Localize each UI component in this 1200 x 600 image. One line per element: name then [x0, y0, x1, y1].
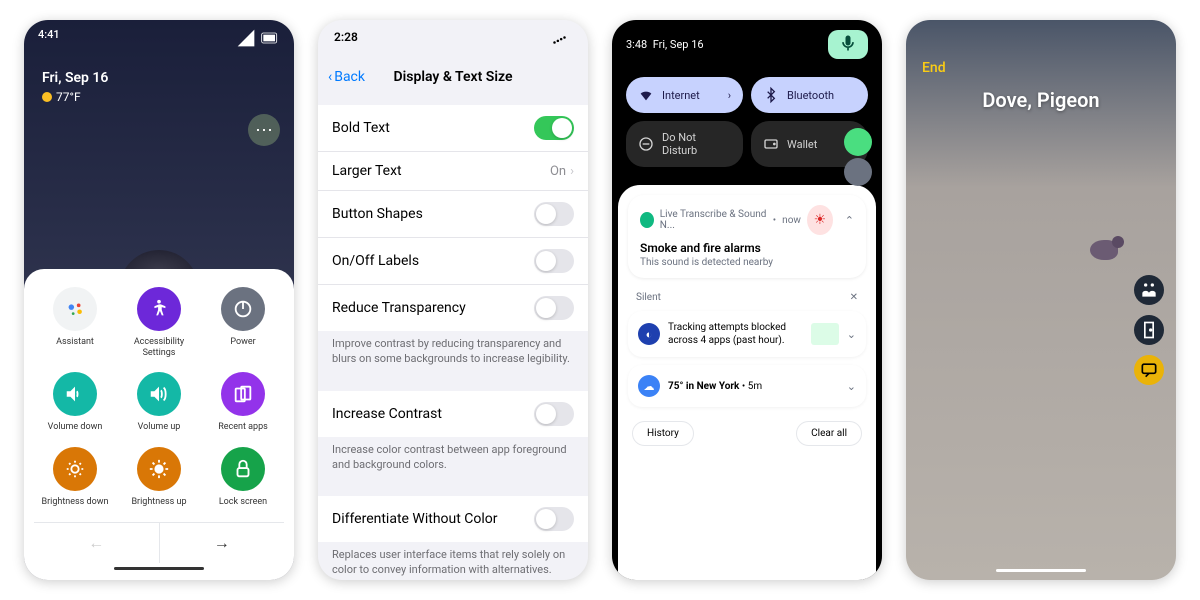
phone-preview-icon [811, 323, 839, 345]
expand-icon[interactable]: ⌄ [847, 380, 856, 393]
row-larger-text[interactable]: Larger Text On› [318, 152, 588, 191]
toggle-increase-contrast[interactable] [534, 402, 574, 426]
accessibility-fab[interactable] [844, 128, 872, 156]
notification-sound-alert[interactable]: Live Transcribe & Sound N... • now ☀ ⌃ S… [628, 195, 866, 278]
accessibility-menu-sheet: Assistant Accessibility Settings Power V… [24, 269, 294, 580]
collapse-icon[interactable]: ⌃ [845, 214, 854, 227]
app-icon [640, 212, 654, 228]
android-notification-shade: 3:48 Fri, Sep 16 Internet › Bluetooth Do… [612, 20, 882, 580]
qs-dnd[interactable]: Do Not Disturb [626, 121, 743, 167]
clear-all-button[interactable]: Clear all [796, 421, 862, 446]
toggle-onoff-labels[interactable] [534, 249, 574, 273]
close-icon[interactable]: ✕ [850, 292, 858, 303]
toggle-differentiate-color[interactable] [534, 507, 574, 531]
cloud-icon: ☁ [638, 375, 660, 397]
silent-header: Silent ✕ [628, 288, 866, 311]
ios-display-settings: 2:28 ‹ Back Display & Text Size Bold Tex… [318, 20, 588, 580]
expand-icon[interactable]: ⌄ [847, 328, 856, 341]
status-icons [552, 30, 572, 53]
status-time: 2:28 [334, 30, 358, 53]
row-increase-contrast[interactable]: Increase Contrast [318, 391, 588, 437]
bluetooth-icon [763, 87, 779, 103]
tile-recent-apps[interactable]: Recent apps [202, 372, 284, 433]
desc-reduce-transparency: Improve contrast by reducing transparenc… [318, 331, 588, 377]
qs-internet[interactable]: Internet › [626, 77, 743, 113]
chat-mode-button[interactable] [1134, 355, 1164, 385]
brightness-down-icon [53, 447, 97, 491]
detected-object [1090, 240, 1126, 268]
notification-tracking[interactable]: ◐ Tracking attempts blocked across 4 app… [628, 311, 866, 357]
assistant-icon [53, 287, 97, 331]
chevron-right-icon: › [570, 164, 574, 179]
tile-lock-screen[interactable]: Lock screen [202, 447, 284, 508]
history-button[interactable]: History [632, 421, 694, 446]
status-bar: 2:28 [318, 20, 588, 63]
next-page-button[interactable]: → [160, 523, 285, 563]
status-bar: 3:48 Fri, Sep 16 [612, 20, 882, 69]
status-icons [236, 28, 280, 48]
qs-bluetooth[interactable]: Bluetooth [751, 77, 868, 113]
tile-assistant[interactable]: Assistant [34, 287, 116, 359]
tile-volume-down[interactable]: Volume down [34, 372, 116, 433]
side-toolbar [1134, 275, 1164, 385]
quick-settings: Internet › Bluetooth Do Not Disturb Wall… [612, 69, 882, 175]
door-mode-button[interactable] [1134, 315, 1164, 345]
nav-bar: ‹ Back Display & Text Size [318, 63, 588, 91]
lookout-camera-view: End Dove, Pigeon [906, 20, 1176, 580]
chevron-left-icon: ‹ [328, 69, 332, 85]
power-icon [221, 287, 265, 331]
tile-brightness-up[interactable]: Brightness up [118, 447, 200, 508]
wifi-icon [638, 87, 654, 103]
home-indicator[interactable] [114, 567, 204, 570]
row-button-shapes[interactable]: Button Shapes [318, 191, 588, 238]
volume-up-icon [137, 372, 181, 416]
page-title: Display & Text Size [394, 69, 513, 85]
tile-accessibility-settings[interactable]: Accessibility Settings [118, 287, 200, 359]
alarm-icon: ☀ [807, 205, 833, 235]
back-button[interactable]: ‹ Back [328, 69, 365, 85]
row-bold-text[interactable]: Bold Text [318, 105, 588, 152]
tile-brightness-down[interactable]: Brightness down [34, 447, 116, 508]
accessibility-icon [137, 287, 181, 331]
tile-power[interactable]: Power [202, 287, 284, 359]
home-weather[interactable]: 77°F [24, 90, 294, 104]
notification-panel: Live Transcribe & Sound N... • now ☀ ⌃ S… [618, 185, 876, 580]
chevron-right-icon: › [728, 89, 731, 102]
lock-icon [221, 447, 265, 491]
brightness-up-icon [137, 447, 181, 491]
end-button[interactable]: End [922, 60, 946, 76]
detection-result: Dove, Pigeon [982, 88, 1099, 112]
people-mode-button[interactable] [1134, 275, 1164, 305]
desc-differentiate-color: Replaces user interface items that rely … [318, 542, 588, 580]
desc-increase-contrast: Increase color contrast between app fore… [318, 437, 588, 483]
android-home-screen: 4:41 Fri, Sep 16 77°F ⋯ Assistant Access… [24, 20, 294, 580]
row-onoff-labels[interactable]: On/Off Labels [318, 238, 588, 285]
more-fab[interactable] [844, 158, 872, 186]
prev-page-button: ← [34, 523, 160, 563]
volume-down-icon [53, 372, 97, 416]
shield-icon: ◐ [638, 323, 660, 345]
more-button[interactable]: ⋯ [248, 114, 280, 146]
mic-indicator[interactable] [828, 30, 868, 59]
notification-weather[interactable]: ☁ 75° in New York • 5m ⌄ [628, 365, 866, 407]
status-bar: 4:41 [24, 20, 294, 56]
toggle-button-shapes[interactable] [534, 202, 574, 226]
toggle-bold-text[interactable] [534, 116, 574, 140]
home-indicator[interactable] [996, 569, 1086, 572]
dnd-icon [638, 136, 654, 152]
recent-apps-icon [221, 372, 265, 416]
sheet-pagination: ← → [34, 522, 284, 563]
status-time: 4:41 [38, 28, 60, 48]
wallet-icon [763, 136, 779, 152]
toggle-reduce-transparency[interactable] [534, 296, 574, 320]
home-date[interactable]: Fri, Sep 16 [24, 56, 294, 90]
tile-volume-up[interactable]: Volume up [118, 372, 200, 433]
sun-icon [42, 92, 52, 102]
row-reduce-transparency[interactable]: Reduce Transparency [318, 285, 588, 331]
row-differentiate-color[interactable]: Differentiate Without Color [318, 496, 588, 542]
